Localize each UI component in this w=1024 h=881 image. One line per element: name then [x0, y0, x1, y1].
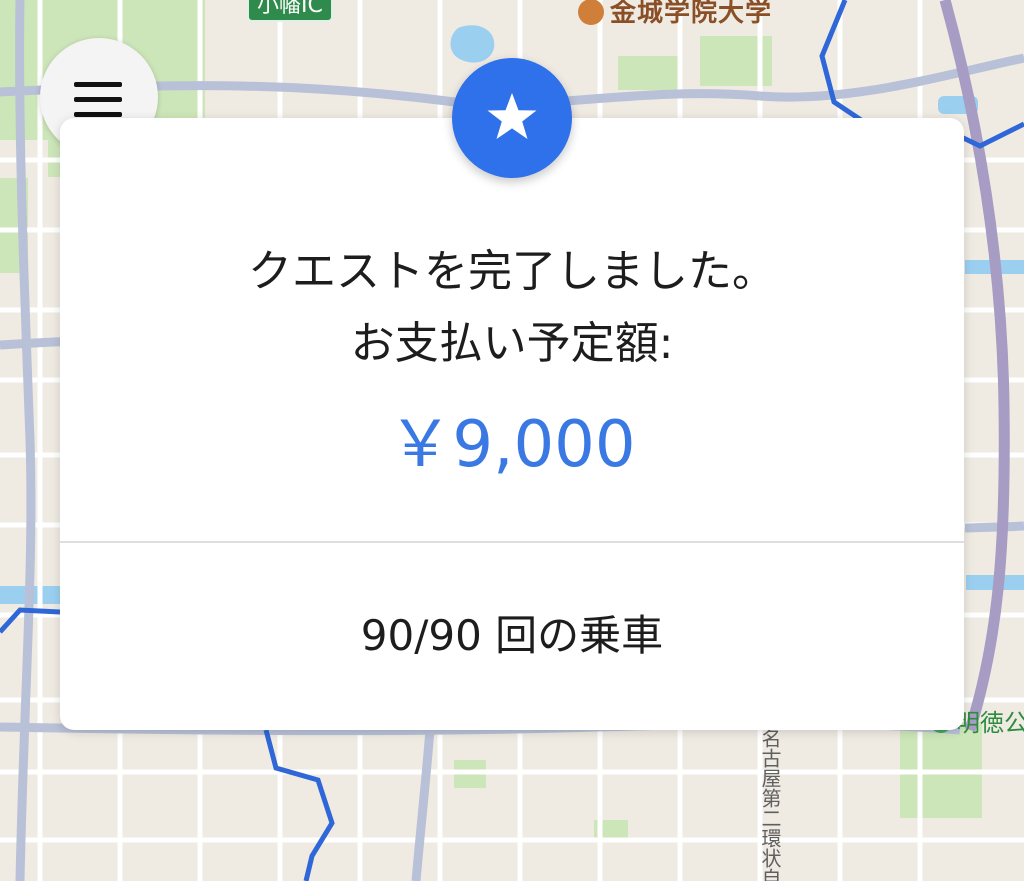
university-label[interactable]: 金城学院大学 [578, 0, 772, 28]
hamburger-menu-icon [74, 82, 122, 118]
quest-completed-title: クエストを完了しました。 [248, 246, 776, 297]
expressway-label: 名古屋第二環状自 [758, 728, 782, 881]
quest-completion-card: クエストを完了しました。 お支払い予定額: ￥9,000 90/90 回の乗車 [60, 118, 964, 730]
card-divider [60, 541, 964, 543]
school-icon [578, 0, 604, 25]
star-icon [487, 93, 537, 139]
quest-star-badge [452, 58, 572, 178]
payment-amount: ￥9,000 [388, 408, 636, 482]
park-name: 明徳公 [956, 709, 1024, 737]
ride-count: 90/90 回の乗車 [360, 611, 664, 660]
payment-label: お支払い予定額: [350, 318, 674, 369]
quest-completion-screen: 小幡IC 金城学院大学 明徳公 名古屋第二環状自 クエストを完了しました。 お支… [0, 0, 1024, 881]
interchange-label: 小幡IC [247, 0, 333, 22]
university-name: 金城学院大学 [610, 0, 773, 28]
